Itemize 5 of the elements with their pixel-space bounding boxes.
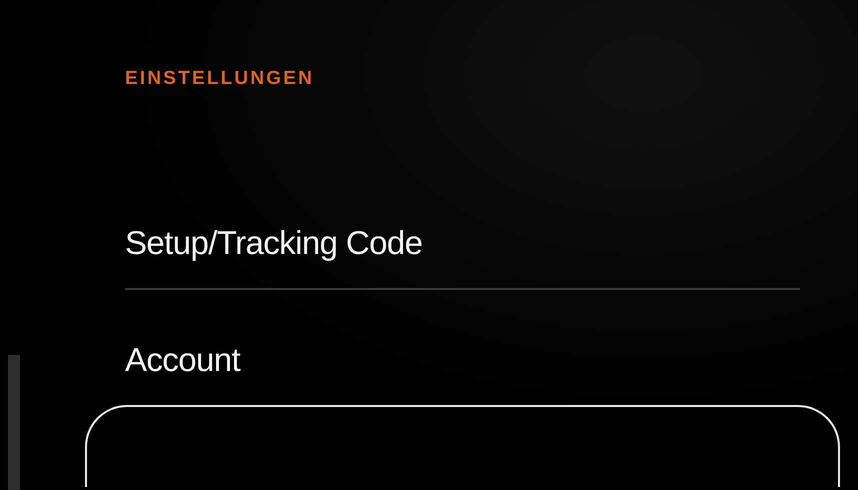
menu-card[interactable]: [85, 405, 840, 487]
menu-item[interactable]: Account: [125, 340, 240, 380]
section-title: EINSTELLUNGEN: [125, 68, 314, 90]
scrollbar-thumb[interactable]: [8, 355, 20, 490]
menu-item[interactable]: Setup/Tracking Code: [125, 223, 422, 263]
